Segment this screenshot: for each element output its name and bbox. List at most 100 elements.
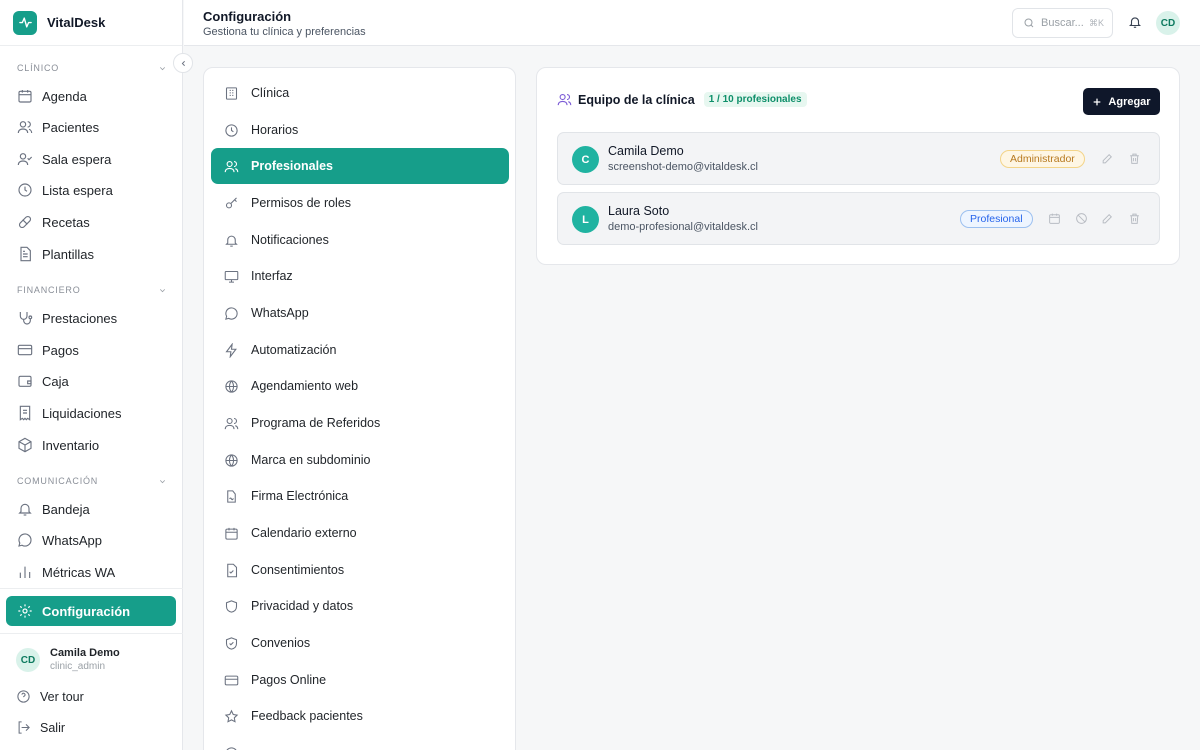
sidebar-item-prestaciones[interactable]: Prestaciones [6,303,176,333]
bell-icon [225,235,238,247]
settings-item-calendario-externo[interactable]: Calendario externo [211,515,509,551]
chevron-left-icon [181,60,185,66]
settings-item-firma[interactable]: Firma Electrónica [211,478,509,514]
shield-icon [225,599,238,613]
settings-item-label: Interfaz [251,269,293,283]
gear-icon [18,604,32,618]
sidebar-item-label: Agenda [42,88,87,104]
settings-item-privacidad[interactable]: Privacidad y datos [211,588,509,624]
sidebar-item-label: Lista espera [42,182,113,198]
edit-icon[interactable] [1101,212,1114,225]
settings-item-permisos[interactable]: Permisos de roles [211,185,509,221]
add-member-button[interactable]: Agregar [1083,88,1160,115]
section-comunicacion[interactable]: COMUNICACIÓN [17,476,167,486]
settings-item-label: Convenios [251,636,311,650]
team-card: Equipo de la clínica 1 / 10 profesionale… [536,67,1180,265]
settings-item-consentimientos[interactable]: Consentimientos [211,552,509,588]
settings-item-label: Privacidad y datos [251,599,354,613]
circle-icon [226,746,237,750]
settings-item-label: Clínica [251,86,290,100]
footer-label: Ver tour [40,689,84,704]
sidebar-item-label: Liquidaciones [42,405,122,421]
settings-item-subdominio[interactable]: Marca en subdominio [211,442,509,478]
calendar-icon[interactable] [1048,212,1061,225]
user-profile[interactable]: CD Camila Demo clinic_admin [16,647,120,673]
settings-item-label: WhatsApp [251,306,309,320]
settings-item-agendamiento-web[interactable]: Agendamiento web [211,368,509,404]
bell-icon[interactable] [1128,15,1142,29]
logout-link[interactable]: Salir [16,720,65,735]
chevron-down-icon [159,288,166,292]
sidebar-item-inventario[interactable]: Inventario [6,430,176,460]
settings-item-label: Feedback pacientes [251,709,363,723]
settings-item-label: Consentimientos [251,563,345,577]
collapse-sidebar-button[interactable] [173,53,193,73]
sidebar-item-pagos[interactable]: Pagos [6,335,176,365]
settings-item-horarios[interactable]: Horarios [211,112,509,148]
search-input[interactable]: Buscar... ⌘K [1012,8,1113,38]
calendar-icon [225,527,238,540]
settings-item-partial[interactable] [211,735,509,750]
settings-item-interfaz[interactable]: Interfaz [211,258,509,294]
avatar: C [572,146,599,173]
settings-item-clinica[interactable]: Clínica [211,75,509,111]
package-icon [18,437,32,453]
pulse-logo-icon [13,10,37,35]
member-name: Laura Soto [608,204,670,218]
avatar[interactable]: CD [1156,11,1180,35]
key-icon [225,196,237,208]
sidebar-item-bandeja[interactable]: Bandeja [6,494,176,524]
search-shortcut: ⌘K [1088,17,1104,28]
sidebar-item-sala-espera[interactable]: Sala espera [6,144,176,174]
settings-item-convenios[interactable]: Convenios [211,625,509,661]
stethoscope-icon [19,312,33,325]
trash-icon[interactable] [1128,212,1141,225]
settings-item-whatsapp[interactable]: WhatsApp [211,295,509,331]
settings-item-pagos-online[interactable]: Pagos Online [211,662,509,698]
sidebar-item-liquidaciones[interactable]: Liquidaciones [6,398,176,428]
monitor-icon [224,270,239,283]
sidebar-item-agenda[interactable]: Agenda [6,81,176,111]
ban-icon[interactable] [1075,212,1088,225]
sidebar-item-configuracion[interactable]: Configuración [6,596,176,626]
settings-item-label: Agendamiento web [251,379,359,393]
pill-icon [18,215,32,229]
settings-item-label: Programa de Referidos [251,416,381,430]
search-icon [1024,18,1034,28]
ver-tour-link[interactable]: Ver tour [16,689,84,704]
trash-icon[interactable] [1128,152,1141,165]
section-financiero[interactable]: FINANCIERO [17,285,167,295]
footer-label: Salir [40,720,66,735]
sidebar-item-metricas-wa[interactable]: Métricas WA [6,557,176,587]
sidebar-item-label: Caja [42,373,69,389]
section-clinico[interactable]: CLÍNICO [17,63,167,73]
message-circle-icon [225,306,238,320]
help-circle-icon [17,690,30,703]
section-label: COMUNICACIÓN [17,476,99,486]
divider [0,633,183,634]
brand[interactable]: VitalDesk [0,0,182,46]
sidebar-item-recetas[interactable]: Recetas [6,207,176,237]
settings-item-notificaciones[interactable]: Notificaciones [211,222,509,258]
sidebar-item-caja[interactable]: Caja [6,366,176,396]
globe-icon [225,453,238,467]
member-row[interactable]: C Camila Demo screenshot-demo@vitaldesk.… [557,132,1160,185]
edit-icon[interactable] [1101,152,1114,165]
sidebar-item-pacientes[interactable]: Pacientes [6,112,176,142]
star-icon [224,709,239,723]
credit-card-icon [17,344,33,356]
settings-item-referidos[interactable]: Programa de Referidos [211,405,509,441]
sidebar-item-whatsapp[interactable]: WhatsApp [6,525,176,555]
sidebar-item-plantillas[interactable]: Plantillas [6,239,176,269]
file-signature-icon [227,489,236,503]
settings-item-feedback[interactable]: Feedback pacientes [211,698,509,734]
sidebar-item-lista-espera[interactable]: Lista espera [6,175,176,205]
credit-card-icon [224,675,239,685]
settings-item-label: Marca en subdominio [251,453,371,467]
sidebar-item-label: Sala espera [42,151,112,167]
chevron-down-icon [159,66,166,70]
globe-icon [225,379,238,393]
settings-item-automatizacion[interactable]: Automatización [211,332,509,368]
settings-item-profesionales[interactable]: Profesionales [211,148,509,184]
member-row[interactable]: L Laura Soto demo-profesional@vitaldesk.… [557,192,1160,245]
